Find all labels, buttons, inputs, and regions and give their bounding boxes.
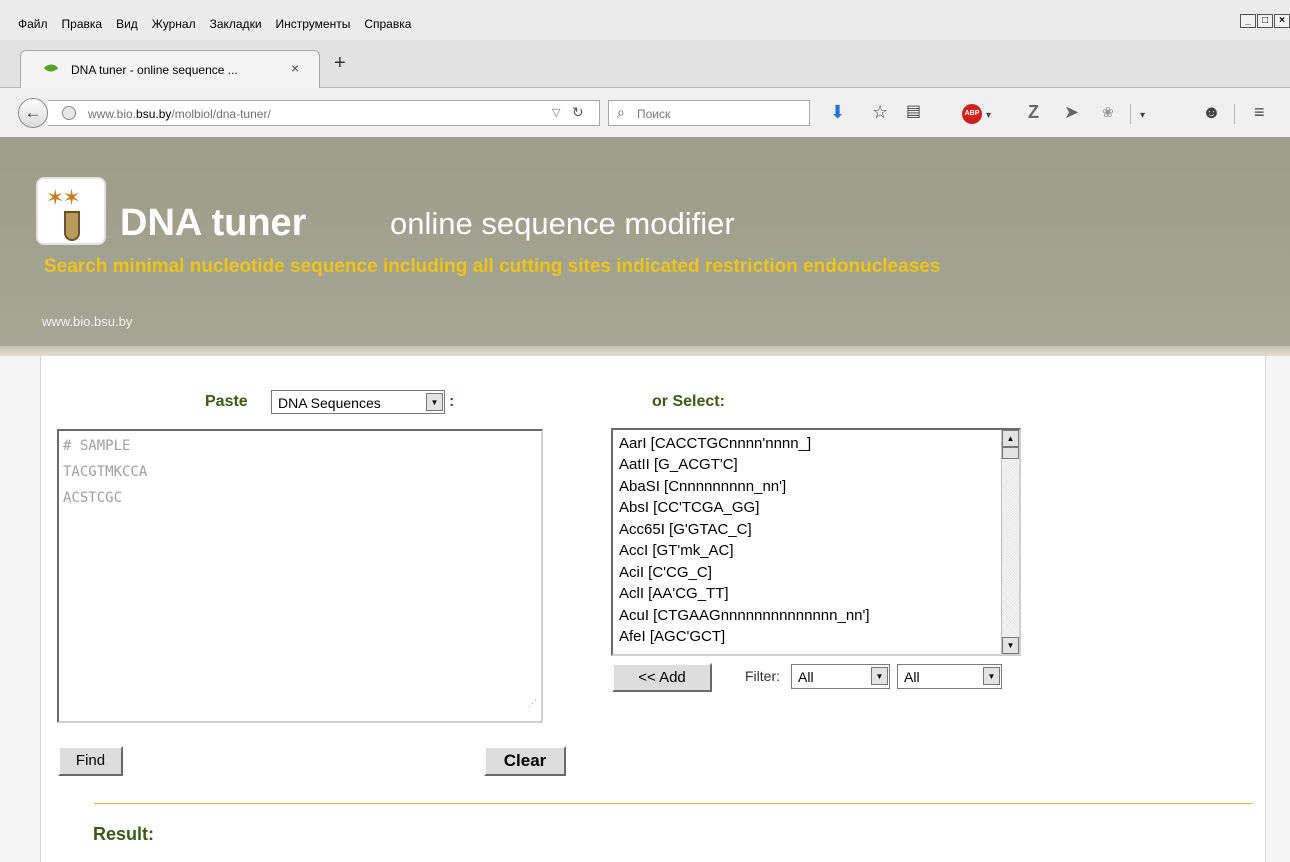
toolbar-separator <box>1130 104 1131 124</box>
enzyme-option[interactable]: AatII [G_ACGT'C] <box>619 456 738 473</box>
menu-tools[interactable]: Инструменты <box>276 17 351 31</box>
sequence-textarea[interactable]: # SAMPLE TACGTMKCCA ACSTCGC ⋰ <box>57 429 543 723</box>
new-tab-button[interactable]: + <box>334 52 346 75</box>
enzyme-option[interactable]: AciI [C'CG_C] <box>619 564 712 581</box>
paste-label: Paste <box>205 393 248 410</box>
test-tube-icon <box>64 211 80 241</box>
brand-tagline: online sequence modifier <box>390 206 735 241</box>
download-icon[interactable]: ⬇ <box>830 102 845 122</box>
menu-view[interactable]: Вид <box>116 17 138 31</box>
or-select-label: or Select: <box>652 393 725 410</box>
menu-file[interactable]: Файл <box>18 17 48 31</box>
url-dropdown-icon[interactable]: ▽ <box>552 106 560 119</box>
filter-select-1[interactable]: All ▼ <box>791 664 890 689</box>
scroll-down-icon[interactable]: ▼ <box>1002 637 1019 654</box>
send-icon[interactable]: ➤ <box>1064 102 1079 122</box>
chevron-down-icon[interactable]: ▼ <box>983 667 1000 685</box>
bookmark-star-icon[interactable]: ☆ <box>872 102 888 122</box>
result-divider <box>94 803 1253 804</box>
enzyme-option[interactable]: AbaSI [Cnnnnnnnnn_nn'] <box>619 478 786 495</box>
extension-dropdown-icon[interactable]: ▾ <box>1140 106 1145 126</box>
menu-bar: Файл Правка Вид Журнал Закладки Инструме… <box>0 0 1290 40</box>
close-tab-icon[interactable]: × <box>291 60 299 76</box>
leaf-favicon-icon <box>43 61 59 75</box>
textarea-line: TACGTMKCCA <box>63 464 148 480</box>
close-window-button[interactable]: × <box>1274 14 1290 28</box>
header-stripe <box>0 346 1290 356</box>
tab-strip: DNA tuner - online sequence ... × + <box>0 40 1290 88</box>
listbox-scrollbar[interactable]: ▲ ▼ <box>1001 430 1019 654</box>
resize-grip-icon[interactable]: ⋰ <box>528 691 537 717</box>
search-input[interactable]: ⌕ Поиск <box>608 100 810 126</box>
maximize-button[interactable]: □ <box>1257 14 1273 28</box>
filter-label: Filter: <box>745 668 780 684</box>
globe-icon <box>62 106 76 120</box>
window-controls: _ □ × <box>1239 14 1290 28</box>
chevron-down-icon[interactable]: ▼ <box>871 667 888 685</box>
enzyme-listbox[interactable]: AarI [CACCTGCnnnn'nnnn_] AatII [G_ACGT'C… <box>611 428 1021 656</box>
textarea-line: # SAMPLE <box>63 438 131 454</box>
menu-edit[interactable]: Правка <box>62 17 103 31</box>
enzyme-option[interactable]: AfeI [AGC'GCT] <box>619 628 725 645</box>
scroll-up-icon[interactable]: ▲ <box>1002 430 1019 447</box>
menu-items: Файл Правка Вид Журнал Закладки Инструме… <box>18 17 425 31</box>
back-button[interactable]: ← <box>18 98 48 128</box>
enzyme-option[interactable]: AbsI [CC'TCGA_GG] <box>619 499 759 516</box>
scroll-thumb[interactable] <box>1002 447 1019 459</box>
brand-title: DNA tuner <box>120 202 307 244</box>
tab-title: DNA tuner - online sequence ... <box>71 63 238 77</box>
menu-help[interactable]: Справка <box>364 17 411 31</box>
filter-select-2-value: All <box>904 669 920 685</box>
toolbar-separator-2 <box>1234 104 1235 124</box>
textarea-line: ACSTCGC <box>63 490 123 506</box>
url-text: www.bio.bsu.by/molbiol/dna-tuner/ <box>88 107 271 121</box>
dna-tuner-logo: ✶✶ <box>36 177 106 245</box>
adblock-dropdown-icon[interactable]: ▾ <box>986 106 991 126</box>
menu-history[interactable]: Журнал <box>152 17 196 31</box>
page-subtitle: Search minimal nucleotide sequence inclu… <box>44 256 941 277</box>
reload-icon[interactable]: ↻ <box>572 104 584 121</box>
site-header: ✶✶ DNA tuner online sequence modifier Se… <box>0 138 1290 346</box>
reading-list-icon[interactable]: ▤ <box>906 102 921 122</box>
smiley-icon[interactable]: ☻ <box>1202 102 1221 122</box>
hamburger-menu-icon[interactable]: ≡ <box>1254 102 1265 122</box>
page-margin-right <box>1266 356 1290 862</box>
enzyme-option[interactable]: AcuI [CTGAAGnnnnnnnnnnnnnn_nn'] <box>619 607 870 624</box>
minimize-button[interactable]: _ <box>1240 14 1256 28</box>
enzyme-option[interactable]: Acc65I [G'GTAC_C] <box>619 521 752 538</box>
dna-helix-icon: ✶✶ <box>46 185 81 210</box>
site-link[interactable]: www.bio.bsu.by <box>42 314 132 329</box>
tab-dna-tuner[interactable]: DNA tuner - online sequence ... × <box>20 50 320 88</box>
input-type-value: DNA Sequences <box>278 395 381 411</box>
filter-select-2[interactable]: All ▼ <box>897 664 1002 689</box>
extension-icon[interactable]: ❀ <box>1102 102 1114 122</box>
clear-button[interactable]: Clear <box>484 746 566 776</box>
navigation-bar: ← www.bio.bsu.by/molbiol/dna-tuner/ ▽ ↻ … <box>0 88 1290 138</box>
input-type-select[interactable]: DNA Sequences ▼ <box>271 390 445 414</box>
result-label: Result: <box>93 824 155 844</box>
adblock-icon[interactable]: ABP <box>962 104 982 124</box>
add-button[interactable]: << Add <box>612 663 712 692</box>
search-placeholder: Поиск <box>637 107 671 121</box>
filter-select-1-value: All <box>798 669 814 685</box>
page-margin-left <box>0 356 40 862</box>
search-icon: ⌕ <box>617 104 625 120</box>
enzyme-option[interactable]: AccI [GT'mk_AC] <box>619 542 734 559</box>
zotero-icon[interactable]: Z <box>1028 102 1039 122</box>
chevron-down-icon[interactable]: ▼ <box>426 393 443 411</box>
menu-bookmarks[interactable]: Закладки <box>210 17 262 31</box>
enzyme-option[interactable]: AclI [AA'CG_TT] <box>619 585 729 602</box>
enzyme-option[interactable]: AarI [CACCTGCnnnn'nnnn_] <box>619 435 811 452</box>
paste-colon: : <box>449 393 455 410</box>
url-bar[interactable]: www.bio.bsu.by/molbiol/dna-tuner/ ▽ ↻ <box>48 100 600 126</box>
find-button[interactable]: Find <box>58 746 123 776</box>
